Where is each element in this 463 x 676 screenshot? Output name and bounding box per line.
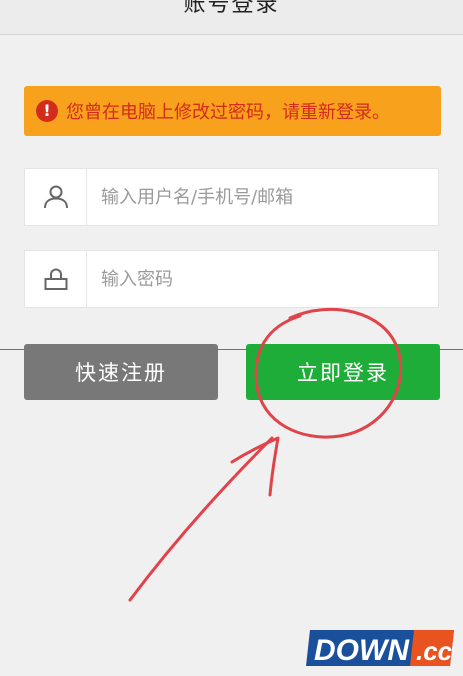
down-cc-watermark-logo: DOWN .cc — [306, 630, 454, 667]
header-bar: 账号登录 — [0, 0, 463, 35]
username-input[interactable] — [87, 169, 437, 225]
exclamation-icon: ! — [36, 100, 58, 122]
page-title: 账号登录 — [183, 0, 280, 17]
login-button[interactable]: 立即登录 — [246, 344, 440, 400]
alert-message: 您曾在电脑上修改过密码，请重新登录。 — [66, 102, 390, 123]
svg-text:DOWN: DOWN — [314, 634, 410, 667]
password-input[interactable] — [87, 251, 437, 307]
lock-icon — [25, 251, 87, 307]
password-changed-alert: ! 您曾在电脑上修改过密码，请重新登录。 — [24, 86, 441, 136]
username-field[interactable] — [24, 168, 439, 226]
password-field[interactable] — [24, 250, 439, 308]
user-icon — [25, 169, 87, 225]
quick-register-button[interactable]: 快速注册 — [24, 344, 218, 400]
svg-text:.cc: .cc — [416, 636, 453, 666]
